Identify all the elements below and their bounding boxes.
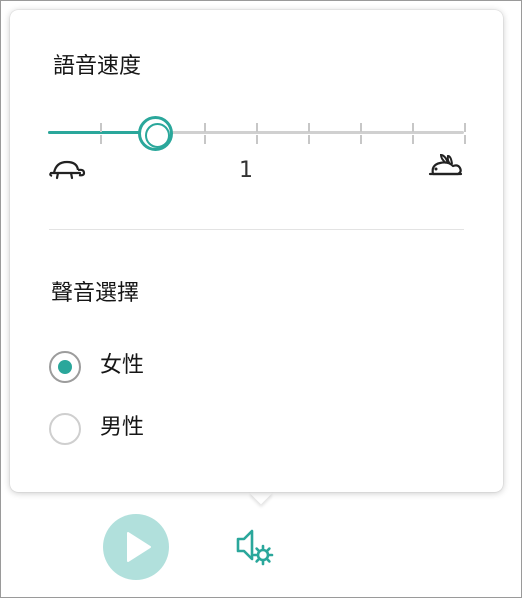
- radio-button-male[interactable]: [49, 413, 81, 445]
- slider-tick: [204, 135, 206, 144]
- slider-tick: [100, 135, 102, 144]
- slider-tick: [308, 135, 310, 144]
- voice-option-label: 男性: [100, 415, 145, 440]
- slider-tick: [308, 123, 310, 132]
- slider-tick: [412, 135, 414, 144]
- turtle-icon: [49, 160, 86, 180]
- section-divider: [49, 229, 464, 230]
- slider-tick: [256, 123, 258, 132]
- speed-value-label: 1: [239, 158, 253, 183]
- slider-tick: [204, 123, 206, 132]
- slider-tick: [256, 135, 258, 144]
- slider-tick: [360, 135, 362, 144]
- slider-tick: [464, 123, 466, 132]
- voice-selection-title: 聲音選擇: [51, 281, 140, 306]
- slider-thumb[interactable]: [138, 116, 173, 151]
- voice-settings-icon[interactable]: [234, 524, 278, 568]
- speech-speed-title: 語音速度: [53, 54, 142, 79]
- radio-button-female[interactable]: [49, 351, 81, 383]
- voice-option-female[interactable]: 女性: [47, 349, 247, 385]
- slider-tick: [360, 123, 362, 132]
- rabbit-icon: [428, 153, 463, 176]
- voice-option-male[interactable]: 男性: [47, 411, 247, 447]
- speech-speed-slider[interactable]: [48, 116, 466, 151]
- voice-option-label: 女性: [100, 353, 145, 378]
- slider-tick: [412, 123, 414, 132]
- slider-tick: [464, 135, 466, 144]
- slider-tick: [100, 123, 102, 132]
- play-icon: [127, 532, 151, 562]
- play-button[interactable]: [103, 514, 169, 580]
